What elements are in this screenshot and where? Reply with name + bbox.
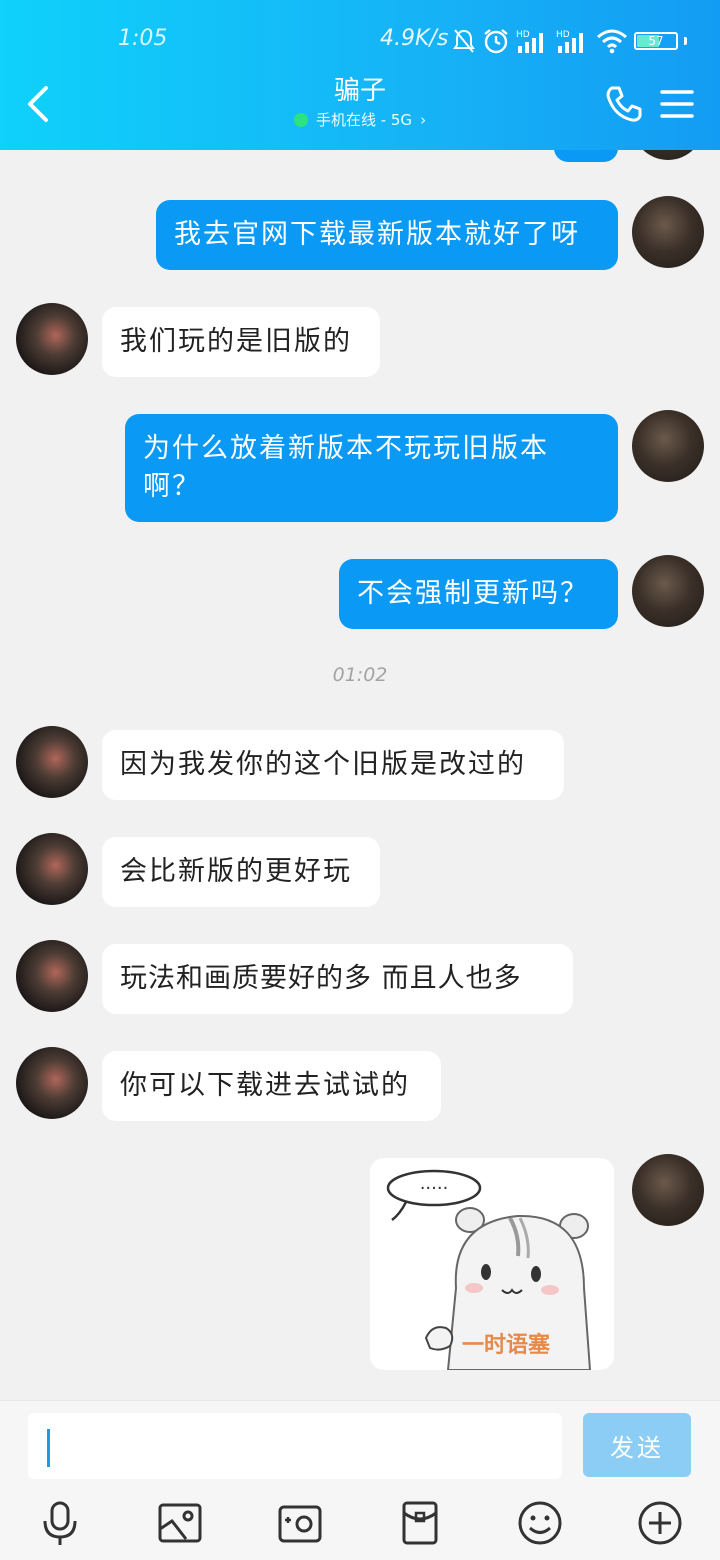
message-bubble[interactable]: 不会强制更新吗？: [339, 559, 618, 629]
battery-icon: 57: [634, 32, 678, 50]
chat-header: 1:05 4.9K/s HD HD 57 骗子 手机在线 - 5G ›: [0, 0, 720, 150]
image-icon[interactable]: [156, 1499, 204, 1547]
microphone-icon[interactable]: [36, 1499, 84, 1547]
sticker-thought-text: ·····: [420, 1178, 449, 1199]
message-text: 玩法和画质要好的多 而且人也多: [120, 963, 522, 994]
sticker-message[interactable]: ····· 一时语塞: [370, 1158, 614, 1370]
send-button[interactable]: 发送: [583, 1413, 691, 1477]
message-bubble[interactable]: 你可以下载进去试试的: [102, 1051, 441, 1121]
online-dot-icon: [293, 113, 308, 127]
sticker-caption: 一时语塞: [462, 1332, 551, 1358]
message-bubble[interactable]: 我们玩的是旧版的: [102, 307, 380, 377]
avatar-contact[interactable]: [16, 940, 88, 1012]
text-caret: [47, 1429, 50, 1467]
avatar-contact[interactable]: [16, 833, 88, 905]
message-text: 因为我发你的这个旧版是改过的: [120, 749, 526, 780]
message-text: 我去官网下载最新版本就好了呀: [174, 219, 580, 250]
status-bar: 1:05 4.9K/s HD HD 57: [0, 0, 720, 80]
avatar-self[interactable]: [632, 1154, 704, 1226]
contact-status: 手机在线 - 5G ›: [293, 108, 427, 132]
battery-tip: [684, 37, 687, 45]
message-text-line: 为什么放着新版本不玩玩旧版本: [143, 433, 549, 464]
chat-messages[interactable]: 我去官网下载最新版本就好了呀 我们玩的是旧版的 为什么放着新版本不玩玩旧版本 啊…: [0, 150, 720, 1400]
message-text: 你可以下载进去试试的: [120, 1070, 410, 1101]
menu-icon[interactable]: [660, 88, 694, 120]
camera-icon[interactable]: [276, 1499, 324, 1547]
message-bubble-partial[interactable]: [554, 150, 618, 162]
message-bubble[interactable]: 因为我发你的这个旧版是改过的: [102, 730, 564, 800]
message-bubble[interactable]: 我去官网下载最新版本就好了呀: [156, 200, 618, 270]
signal-2-icon: HD: [556, 30, 583, 53]
avatar-contact[interactable]: [16, 726, 88, 798]
hamster-sticker-image: ····· 一时语塞: [386, 1169, 592, 1370]
message-text: 会比新版的更好玩: [120, 856, 352, 887]
emoji-icon[interactable]: [516, 1499, 564, 1547]
battery-level: 57: [648, 34, 664, 48]
plus-icon[interactable]: [636, 1499, 684, 1547]
avatar-self[interactable]: [632, 196, 704, 268]
message-bubble[interactable]: 为什么放着新版本不玩玩旧版本 啊？: [125, 414, 618, 522]
message-bubble[interactable]: 玩法和画质要好的多 而且人也多: [102, 944, 573, 1014]
avatar-contact[interactable]: [16, 1047, 88, 1119]
network-speed: 4.9K/s: [380, 26, 449, 51]
status-time: 1:05: [118, 26, 168, 51]
message-text: 我们玩的是旧版的: [120, 326, 352, 357]
message-input[interactable]: [28, 1413, 562, 1479]
message-bubble[interactable]: 会比新版的更好玩: [102, 837, 380, 907]
alarm-icon: [484, 29, 508, 54]
svg-text:HD: HD: [556, 30, 570, 40]
wifi-icon: [597, 29, 627, 54]
phone-icon[interactable]: [604, 84, 644, 124]
mute-notification-icon: [453, 29, 475, 53]
avatar-self[interactable]: [632, 410, 704, 482]
chevron-right-icon: ›: [420, 111, 427, 129]
contact-status-text: 手机在线 - 5G: [315, 111, 413, 129]
message-text: 不会强制更新吗？: [357, 578, 589, 609]
avatar-self[interactable]: [632, 150, 704, 160]
avatar-contact[interactable]: [16, 303, 88, 375]
message-timestamp: 01:02: [332, 664, 388, 686]
message-text-line: 啊？: [143, 471, 201, 502]
red-packet-icon[interactable]: [396, 1499, 444, 1547]
signal-1-icon: HD: [516, 30, 543, 53]
message-composer: 发送: [0, 1400, 720, 1560]
avatar-self[interactable]: [632, 555, 704, 627]
svg-text:HD: HD: [516, 30, 530, 40]
